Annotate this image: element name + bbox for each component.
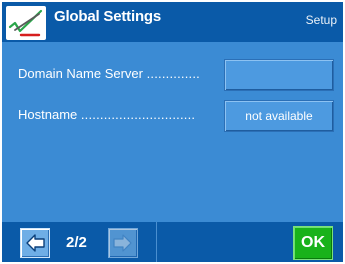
ok-button[interactable]: OK (293, 226, 333, 260)
footer-bar: 2/2 OK (2, 222, 343, 262)
header-bar: Global Settings Setup (2, 2, 343, 42)
dns-row-label: Domain Name Server .............. (18, 66, 200, 88)
arrow-left-icon (26, 234, 45, 252)
arrow-right-icon (113, 234, 132, 252)
page-indicator: 2/2 (66, 234, 87, 251)
hostname-row-label: Hostname .............................. (18, 107, 195, 129)
footer-divider (156, 222, 157, 262)
checkmark-logo-icon (6, 6, 46, 40)
page-title: Global Settings (54, 8, 162, 25)
next-page-button[interactable] (108, 228, 138, 258)
dns-label: Domain Name Server (18, 66, 143, 81)
dns-leader-dots: .............. (146, 66, 200, 81)
hostname-label: Hostname (18, 107, 78, 122)
prev-page-button[interactable] (20, 228, 50, 258)
hostname-field[interactable]: not available (224, 100, 334, 132)
section-label: Setup (305, 13, 337, 27)
screen: Global Settings Setup Domain Name Server… (0, 0, 345, 264)
settings-panel: Domain Name Server .............. Hostna… (2, 42, 343, 222)
hostname-leader-dots: .............................. (80, 107, 196, 122)
dns-field[interactable] (224, 59, 334, 91)
